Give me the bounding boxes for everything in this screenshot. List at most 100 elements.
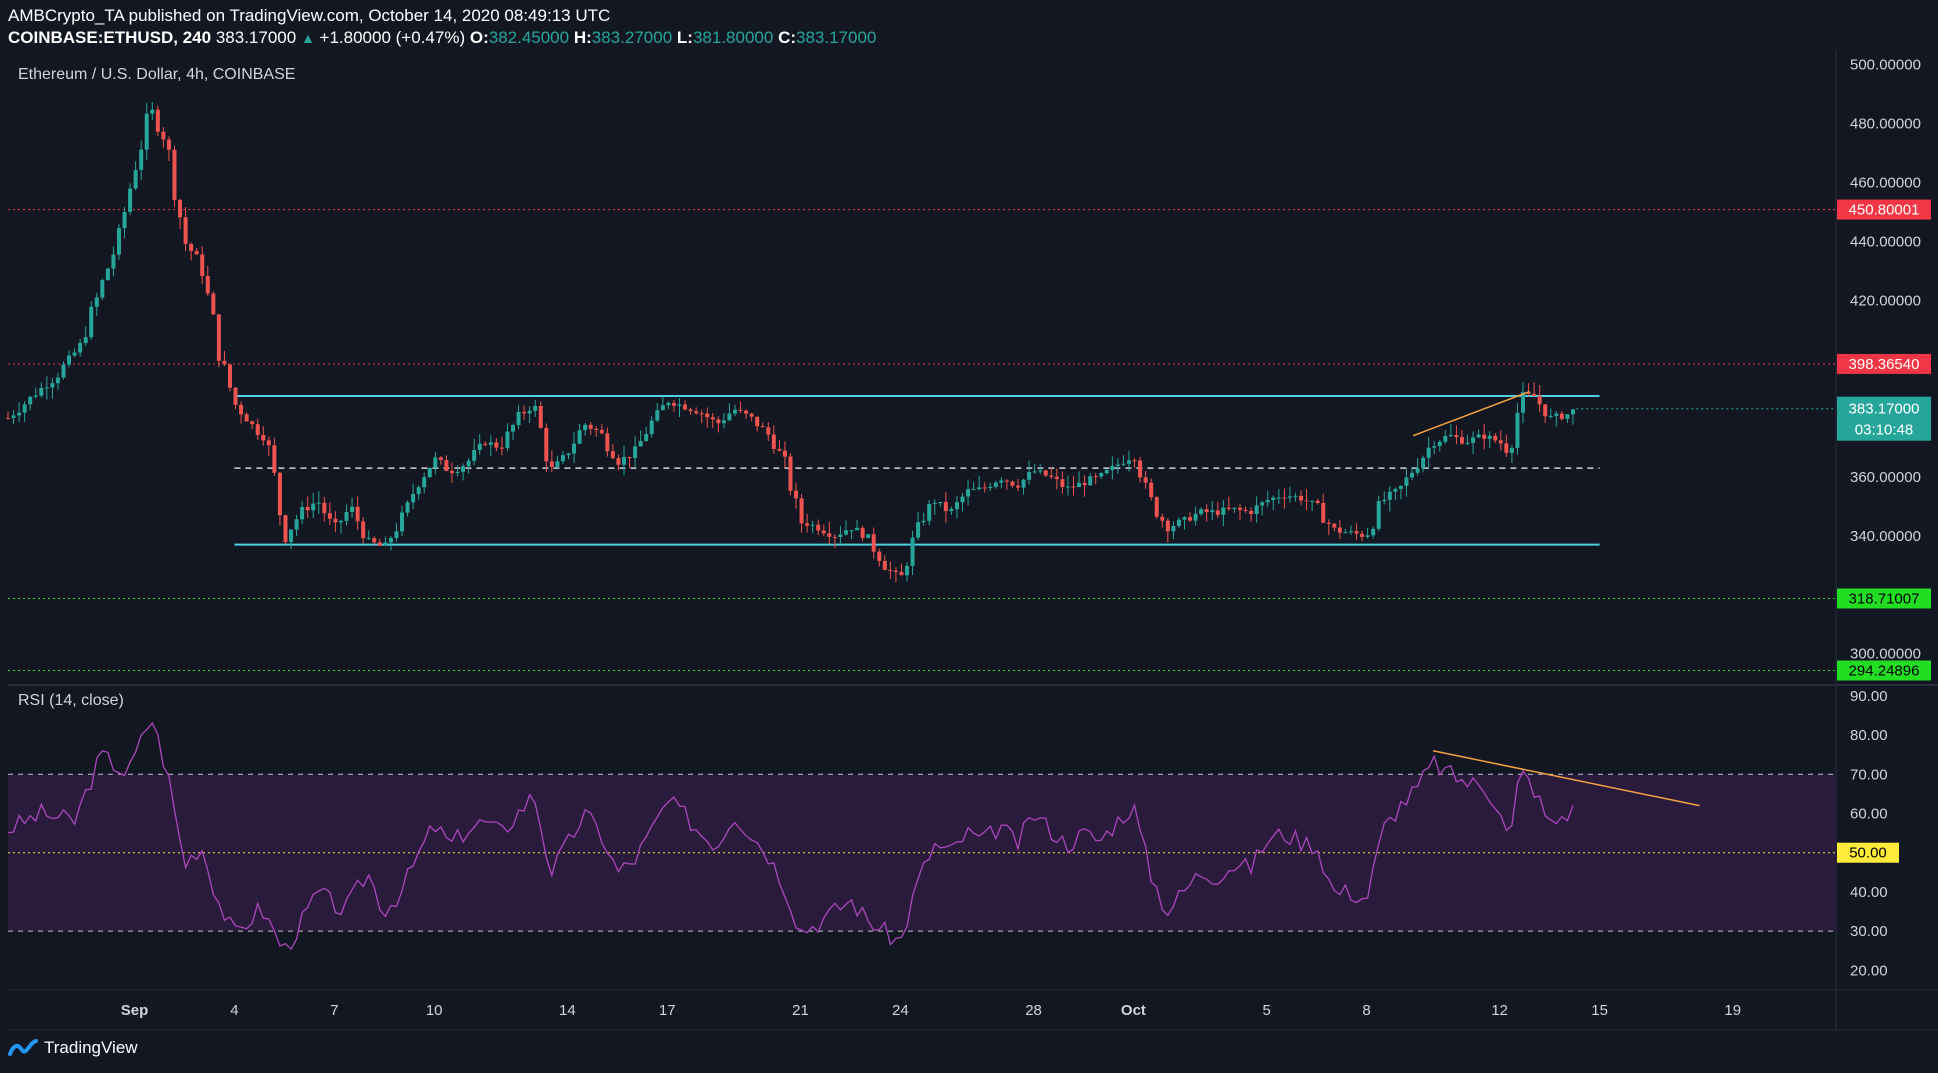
candle-body [1432, 446, 1437, 448]
time-tick-label: 12 [1491, 1002, 1508, 1019]
candle-body [178, 199, 183, 218]
candle-body [782, 450, 787, 457]
candle-body [1310, 500, 1315, 502]
candle-body [799, 498, 804, 524]
candle-body [1504, 443, 1509, 453]
candle-body [216, 314, 221, 361]
candle-body [1437, 441, 1442, 447]
candle-body [338, 520, 343, 523]
candle-body [1493, 435, 1498, 441]
candle-body [144, 113, 149, 150]
tradingview-footer[interactable]: TradingView [8, 1038, 138, 1058]
candle-body [749, 413, 754, 417]
candle-body [1243, 509, 1248, 511]
candle-body [1293, 495, 1298, 497]
candle-body [1016, 485, 1021, 488]
candle-body [511, 425, 516, 432]
candle-body [932, 503, 937, 505]
candle-body [1143, 477, 1148, 483]
candle-body [211, 293, 216, 315]
last-price: 383.17000 [215, 28, 297, 47]
candle-body [633, 446, 638, 459]
candle-body [327, 513, 332, 519]
candle-body [838, 534, 843, 537]
candle-body [843, 530, 848, 535]
candle-body [361, 521, 366, 539]
candle-body [699, 413, 704, 415]
time-tick-label: 19 [1724, 1002, 1741, 1019]
candle-body [560, 455, 565, 462]
candle-body [61, 364, 66, 378]
candle-body [316, 502, 321, 504]
candle-body [122, 212, 127, 229]
candle-body [400, 512, 405, 532]
candle-body [677, 404, 682, 406]
candle-body [483, 443, 488, 445]
candle-body [777, 448, 782, 451]
high-value: 383.27000 [591, 28, 673, 47]
candle-body [522, 411, 527, 414]
candle-body [1010, 481, 1015, 486]
candle-body [1149, 482, 1154, 498]
candle-body [449, 470, 454, 474]
candle-body [1237, 507, 1242, 510]
candle-body [705, 413, 710, 418]
price-tick-label: 340.00000 [1850, 528, 1921, 545]
candle-body [794, 490, 799, 499]
rsi-tick-label: 40.00 [1850, 884, 1888, 901]
candle-body [1498, 440, 1503, 444]
candle-body [1476, 434, 1481, 438]
candle-body [1570, 409, 1575, 415]
candle-body [1459, 437, 1464, 444]
candle-body [78, 343, 83, 353]
candle-body [655, 410, 660, 421]
candle-body [1515, 412, 1520, 449]
price-pane-title[interactable]: Ethereum / U.S. Dollar, 4h, COINBASE [18, 66, 295, 84]
candle-body [6, 418, 10, 420]
candle-body [1054, 476, 1059, 480]
last-price-label: 383.17000 [1849, 401, 1920, 418]
candle-body [1182, 517, 1187, 520]
candle-body [988, 486, 993, 489]
candle-body [1271, 497, 1276, 501]
candle-body [1065, 486, 1070, 488]
candle-body [638, 440, 643, 447]
candle-body [810, 524, 815, 526]
candle-body [954, 502, 959, 510]
symbol-name[interactable]: COINBASE:ETHUSD, 240 [8, 28, 211, 47]
candle-body [1404, 477, 1409, 486]
price-tick-label: 300.00000 [1850, 646, 1921, 663]
low-label: L: [676, 28, 693, 47]
candle-body [150, 109, 155, 114]
candle-body [1365, 535, 1370, 537]
candle-body [832, 536, 837, 538]
candle-body [1287, 496, 1292, 498]
candle-body [350, 506, 355, 513]
candle-body [311, 503, 316, 511]
candle-body [189, 243, 194, 252]
candle-body [1415, 468, 1420, 473]
candle-body [1115, 464, 1120, 466]
candle-body [28, 396, 33, 405]
candle-body [982, 487, 987, 489]
candle-body [905, 565, 910, 576]
candle-body [1060, 479, 1065, 487]
time-tick-label: 10 [426, 1002, 443, 1019]
time-tick-label: Oct [1121, 1002, 1146, 1019]
candle-body [821, 530, 826, 534]
candle-body [1099, 473, 1104, 477]
candle-body [427, 467, 432, 478]
price-tick-label: 420.00000 [1850, 292, 1921, 309]
candle-body [1210, 510, 1215, 513]
candle-body [183, 217, 188, 244]
candle-body [1193, 513, 1198, 521]
publisher-line: AMBCrypto_TA published on TradingView.co… [8, 6, 611, 25]
candle-body [1004, 480, 1009, 482]
candle-body [116, 228, 121, 255]
candle-body [893, 570, 898, 572]
candle-body [50, 383, 55, 388]
candle-body [1471, 437, 1476, 443]
bar-countdown-label: 03:10:48 [1855, 422, 1913, 439]
candle-body [233, 387, 238, 405]
rsi-pane-title[interactable]: RSI (14, close) [18, 692, 124, 710]
